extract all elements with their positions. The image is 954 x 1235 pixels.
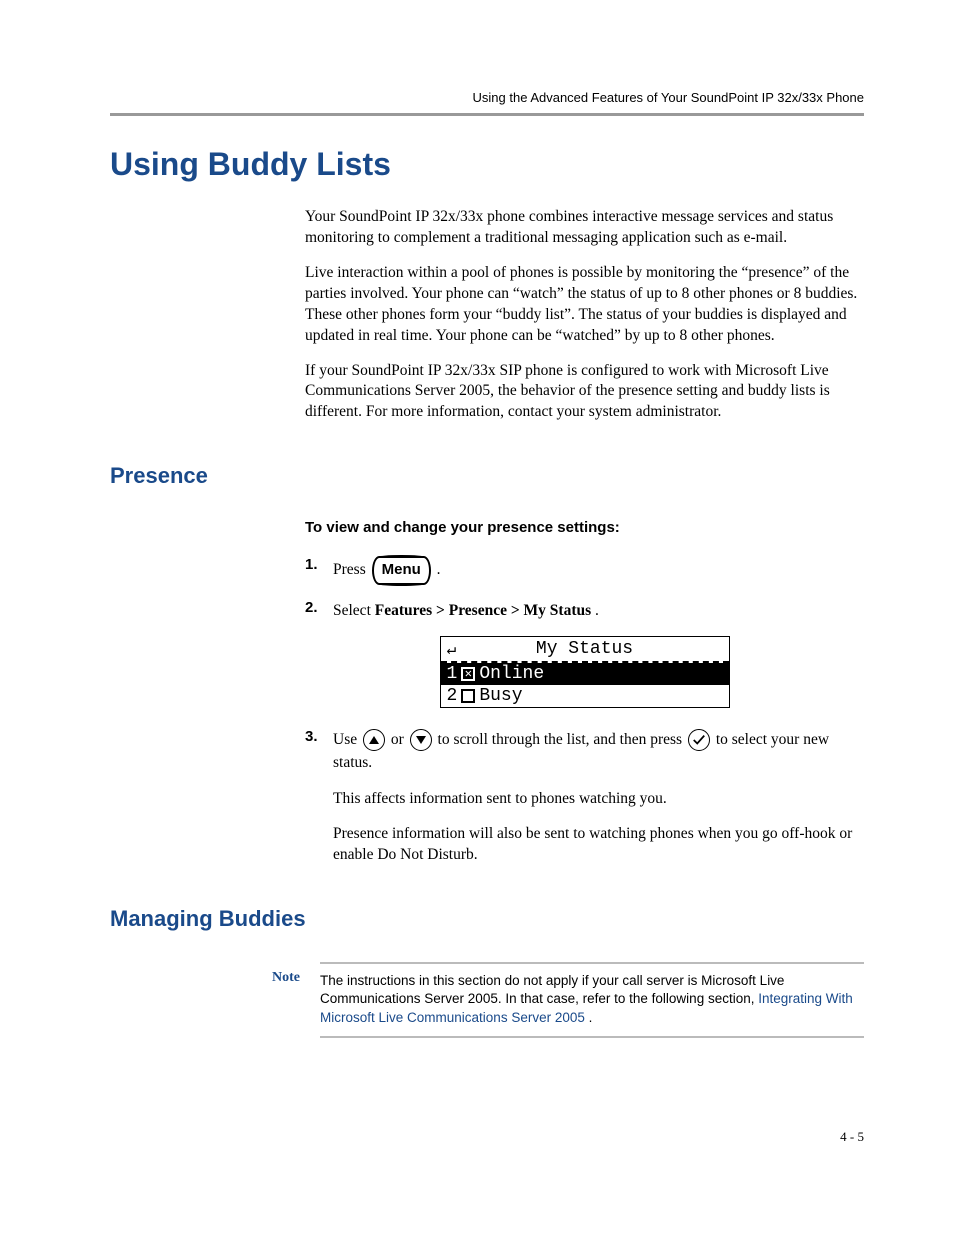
select-check-icon <box>688 729 710 751</box>
step-text-post: . <box>437 561 441 578</box>
lcd-row-label: Online <box>479 664 544 684</box>
section-managing-buddies: Managing Buddies <box>110 906 864 932</box>
step-text-bold: Features > Presence > My Status <box>375 602 591 619</box>
intro-para-1: Your SoundPoint IP 32x/33x phone combine… <box>305 207 864 249</box>
step-3: 3. Use or to scroll through the list, an… <box>305 728 864 775</box>
step-text-pre: Press <box>333 561 370 578</box>
step-text-pre: Select <box>333 602 375 619</box>
lcd-row-busy: 2 Busy <box>441 685 729 707</box>
lcd-screenshot: ↵ My Status 1 Online 2 Busy <box>440 636 730 708</box>
step-content: Press Menu . <box>333 556 864 585</box>
step-content: Select Features > Presence > My Status . <box>333 599 864 622</box>
checked-box-icon <box>461 667 475 681</box>
lcd-row-num: 1 <box>447 664 458 684</box>
lcd-row-label: Busy <box>479 686 522 706</box>
header-rule <box>110 113 864 116</box>
intro-para-3: If your SoundPoint IP 32x/33x SIP phone … <box>305 361 864 424</box>
presence-subhead: To view and change your presence setting… <box>305 519 864 536</box>
step-1: 1. Press Menu . <box>305 556 864 585</box>
lcd-title-text: My Status <box>536 639 633 659</box>
note-post: . <box>589 1010 593 1025</box>
step-text-2: or <box>391 731 408 748</box>
step-3-para-3: Presence information will also be sent t… <box>333 824 864 866</box>
intro-para-2: Live interaction within a pool of phones… <box>305 263 864 347</box>
note-block: Note The instructions in this section do… <box>240 962 864 1039</box>
arrow-up-icon <box>363 729 385 751</box>
menu-key-icon: Menu <box>372 556 431 585</box>
step-2: 2. Select Features > Presence > My Statu… <box>305 599 864 622</box>
lcd-row-online: 1 Online <box>441 663 729 685</box>
page-number: 4 - 5 <box>840 1129 864 1145</box>
step-number: 2. <box>305 599 333 616</box>
note-body: The instructions in this section do not … <box>320 962 864 1039</box>
step-number: 3. <box>305 728 333 745</box>
step-number: 1. <box>305 556 333 573</box>
step-text-post: . <box>595 602 599 619</box>
note-label: Note <box>240 962 320 1039</box>
step-3-para-2: This affects information sent to phones … <box>333 789 864 810</box>
step-text-3: to scroll through the list, and then pre… <box>438 731 686 748</box>
arrow-down-icon <box>410 729 432 751</box>
lcd-title: ↵ My Status <box>441 637 729 663</box>
step-content: Use or to scroll through the list, and t… <box>333 728 864 775</box>
running-header: Using the Advanced Features of Your Soun… <box>110 90 864 105</box>
section-presence: Presence <box>110 463 864 489</box>
lcd-row-num: 2 <box>447 686 458 706</box>
back-arrow-icon: ↵ <box>447 639 457 659</box>
step-text-1: Use <box>333 731 361 748</box>
page-title: Using Buddy Lists <box>110 146 864 183</box>
unchecked-box-icon <box>461 689 475 703</box>
note-text: The instructions in this section do not … <box>320 973 784 1007</box>
